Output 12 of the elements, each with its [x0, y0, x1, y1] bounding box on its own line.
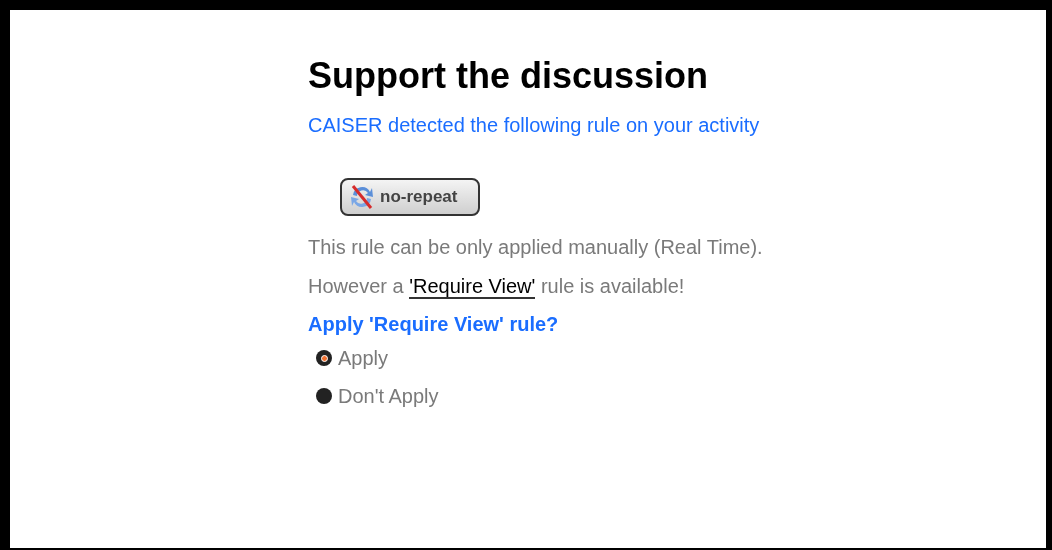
- option-label: Don't Apply: [338, 384, 439, 409]
- option-label: Apply: [338, 346, 389, 371]
- page-title: Support the discussion: [308, 54, 709, 98]
- apply-question: Apply 'Require View' rule?: [308, 312, 559, 337]
- availability-message: However a 'Require View' rule is available!: [308, 274, 685, 299]
- radio-button[interactable]: [316, 388, 332, 404]
- manual-note: This rule can be only applied manually (Real Time).: [308, 235, 763, 260]
- require-view-link[interactable]: 'Require View': [409, 275, 536, 299]
- badge-label: no-repeat: [380, 186, 458, 209]
- detection-message: CAISER detected the following rule on your activity: [308, 113, 760, 138]
- radio-button[interactable]: [316, 350, 332, 366]
- no-repeat-icon: [348, 183, 376, 211]
